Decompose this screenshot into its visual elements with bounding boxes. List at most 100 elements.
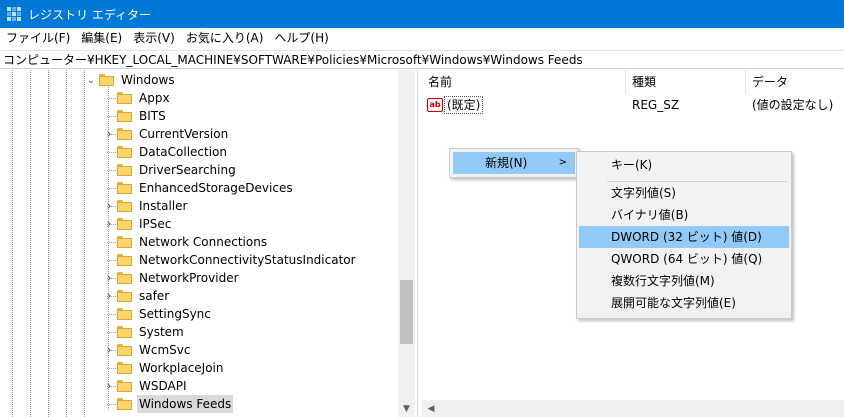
menu-file[interactable]: ファイル(F) [0,28,75,49]
chevron-right-icon[interactable]: › [104,377,114,395]
folder-icon [117,326,132,338]
tree-item[interactable]: › CurrentVersion [0,125,398,143]
tree-connector [107,116,116,117]
folder-icon [117,218,132,230]
submenu-qword-value[interactable]: QWORD (64 ビット) 値(Q) [579,248,789,270]
folder-icon [117,182,132,194]
chevron-right-icon[interactable]: › [104,125,114,143]
tree-item[interactable]: System [0,323,398,341]
tree-item[interactable]: BITS [0,107,398,125]
list-horizontal-scrollbar[interactable]: ◀ [422,400,844,417]
tree-item[interactable]: › NetworkProvider [0,269,398,287]
submenu-string-value[interactable]: 文字列値(S) [579,182,789,204]
submenu-dword-value[interactable]: DWORD (32 ビット) 値(D) [579,226,789,248]
tree-item[interactable]: SettingSync [0,305,398,323]
tree-item-label: DriverSearching [139,163,236,177]
tree-item-label: WcmSvc [139,343,191,357]
tree-connector [107,368,116,369]
context-menu: 新規(N) > [449,148,579,178]
tree-connector [107,314,116,315]
chevron-right-icon[interactable]: › [104,269,114,287]
chevron-right-icon[interactable]: › [104,197,114,215]
folder-icon [117,344,132,356]
folder-icon [117,290,132,302]
tree-item[interactable]: DataCollection [0,143,398,161]
tree-item[interactable]: › Installer [0,197,398,215]
submenu-arrow-icon: > [558,157,567,168]
chevron-down-icon[interactable]: ⌄ [86,71,96,89]
submenu-expandable-string-value[interactable]: 展開可能な文字列値(E) [579,292,789,314]
tree-item-label: DataCollection [139,145,228,159]
tree-item-label: Network Connections [139,235,268,249]
folder-icon [117,146,132,158]
tree-item[interactable]: EnhancedStorageDevices [0,179,398,197]
list-column-header: 名前 種類 データ [422,70,844,94]
new-submenu: キー(K) 文字列値(S) バイナリ値(B) DWORD (32 ビット) 値(… [576,151,792,319]
submenu-key[interactable]: キー(K) [579,154,789,176]
folder-icon [117,272,132,284]
menu-bar: ファイル(F) 編集(E) 表示(V) お気に入り(A) ヘルプ(H) [0,28,844,49]
folder-icon [117,362,132,374]
tree-item-windows[interactable]: ⌄ Windows [0,71,398,89]
tree-item[interactable]: › safer [0,287,398,305]
tree-connector [107,170,116,171]
tree-item[interactable]: Windows Feeds [0,395,398,413]
tree-item[interactable]: › WcmSvc [0,341,398,359]
folder-icon [117,308,132,320]
tree-connector [107,404,116,405]
registry-tree[interactable]: ⌄ Windows Appx BITS › CurrentVersion DataColle… [0,70,418,417]
tree-connector [107,332,116,333]
folder-icon [117,236,132,248]
chevron-right-icon[interactable]: › [104,287,114,305]
tree-connector [107,242,116,243]
tree-scroll-thumb[interactable] [400,280,413,344]
menu-edit[interactable]: 編集(E) [75,28,127,49]
chevron-right-icon[interactable]: › [104,341,114,359]
tree-item[interactable]: NetworkConnectivityStatusIndicator [0,251,398,269]
tree-vertical-scrollbar[interactable]: ▼ [398,70,415,417]
tree-item[interactable]: WorkplaceJoin [0,359,398,377]
menu-help[interactable]: ヘルプ(H) [268,28,333,49]
value-row[interactable]: ab (既定) REG_SZ (値の設定なし) [422,96,844,114]
tree-connector [107,260,116,261]
submenu-multi-string-value[interactable]: 複数行文字列値(M) [579,270,789,292]
column-name[interactable]: 名前 [422,70,626,94]
folder-icon [117,110,132,122]
tree-connector [107,98,116,99]
address-path[interactable]: コンピューター¥HKEY_LOCAL_MACHINE¥SOFTWARE¥Poli… [3,51,583,68]
folder-icon [117,398,132,410]
column-type[interactable]: 種類 [626,70,746,94]
window-title: レジストリ エディター [28,7,151,22]
scroll-left-arrow-icon[interactable]: ◀ [424,400,438,417]
title-bar: レジストリ エディター [0,0,844,28]
tree-item[interactable]: › WSDAPI [0,377,398,395]
value-name[interactable]: (既定) [444,96,484,114]
column-data[interactable]: データ [746,70,844,94]
chevron-right-icon[interactable]: › [104,215,114,233]
menu-view[interactable]: 表示(V) [127,28,180,49]
tree-item-label: Appx [139,91,170,105]
context-new-label: 新規(N) [485,156,528,170]
menu-favorites[interactable]: お気に入り(A) [180,28,269,49]
string-value-icon: ab [427,98,443,112]
tree-item-label: NetworkProvider [139,271,239,285]
tree-item-label: EnhancedStorageDevices [139,181,293,195]
tree-item[interactable]: DriverSearching [0,161,398,179]
address-bar[interactable]: コンピューター¥HKEY_LOCAL_MACHINE¥SOFTWARE¥Poli… [0,50,844,69]
tree-item[interactable]: Network Connections [0,233,398,251]
scroll-down-arrow-icon[interactable]: ▼ [398,400,415,417]
tree-item-label: Installer [139,199,188,213]
tree-item-label: Windows [121,73,175,87]
value-type: REG_SZ [632,98,680,112]
submenu-binary-value[interactable]: バイナリ値(B) [579,204,789,226]
tree-item[interactable]: › IPSec [0,215,398,233]
folder-icon [117,128,132,140]
tree-item-label: BITS [139,109,166,123]
tree-item-label: safer [139,289,170,303]
context-menu-new[interactable]: 新規(N) > [453,152,575,174]
value-data: (値の設定なし) [752,98,834,112]
folder-icon [117,380,132,392]
regedit-app-icon [7,7,21,21]
tree-item[interactable]: Appx [0,89,398,107]
tree-connector [107,188,116,189]
